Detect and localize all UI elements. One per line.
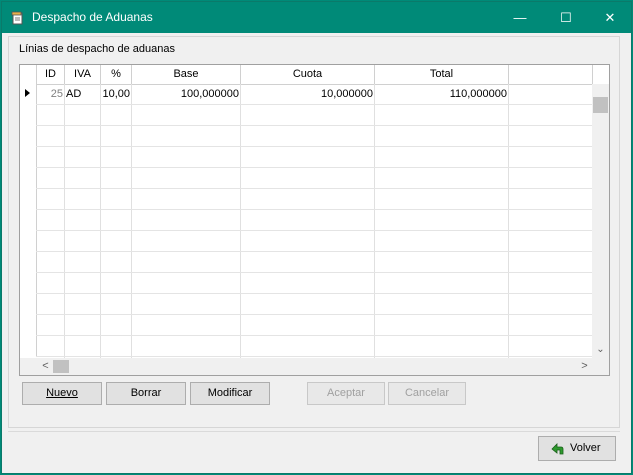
header-percent[interactable]: %	[101, 65, 132, 84]
modificar-label: Modificar	[207, 387, 253, 399]
document-icon	[11, 11, 23, 25]
table-row[interactable]	[36, 252, 594, 273]
horizontal-scroll-thumb[interactable]	[53, 360, 69, 373]
scroll-right-icon[interactable]: >	[576, 358, 593, 375]
cell-percent: 10,00	[102, 88, 130, 100]
modificar-button[interactable]: Modificar	[190, 382, 270, 405]
cell-id: 25	[50, 88, 63, 100]
nuevo-label: Nuevo	[46, 387, 78, 399]
customs-lines-grid[interactable]: ID IVA % Base Cuota Total 25 AD 10,00 10…	[19, 64, 610, 376]
table-row[interactable]	[36, 294, 594, 315]
table-row[interactable]: 25 AD 10,00 100,000000 10,000000 110,000…	[36, 84, 594, 105]
table-row[interactable]	[36, 189, 594, 210]
header-base[interactable]: Base	[132, 65, 241, 84]
back-arrow-icon	[551, 443, 564, 455]
grid-header: ID IVA % Base Cuota Total	[20, 65, 609, 85]
table-row[interactable]	[36, 168, 594, 189]
table-row[interactable]	[36, 231, 594, 252]
table-row[interactable]	[36, 105, 594, 126]
window-title: Despacho de Aduanas	[32, 10, 153, 24]
horizontal-scrollbar[interactable]: < >	[20, 358, 593, 375]
table-row[interactable]	[36, 147, 594, 168]
scrollbar-corner	[592, 358, 609, 375]
cancelar-label: Cancelar	[404, 387, 450, 399]
cell-base: 100,000000	[180, 88, 239, 100]
header-iva[interactable]: IVA	[65, 65, 101, 84]
cancelar-button[interactable]: Cancelar	[388, 382, 466, 405]
close-button[interactable]: ✕	[587, 2, 633, 33]
row-indicator-column	[20, 65, 37, 357]
cell-iva: AD	[66, 88, 82, 100]
grid-body: 25 AD 10,00 100,000000 10,000000 110,000…	[36, 84, 594, 359]
borrar-button[interactable]: Borrar	[106, 382, 186, 405]
scroll-left-icon[interactable]: <	[37, 358, 54, 375]
table-row[interactable]	[36, 336, 594, 357]
divider	[8, 431, 620, 432]
table-row[interactable]	[36, 126, 594, 147]
maximize-button[interactable]: ☐	[543, 2, 589, 33]
vertical-scroll-thumb[interactable]	[593, 97, 608, 113]
table-row[interactable]	[36, 210, 594, 231]
grid-corner-top	[592, 65, 609, 84]
header-total[interactable]: Total	[375, 65, 509, 84]
group-label: Línias de despacho de aduanas	[19, 43, 175, 55]
current-row-arrow-icon	[25, 89, 30, 97]
volver-button[interactable]: Volver	[538, 436, 616, 461]
table-row[interactable]	[36, 315, 594, 336]
scroll-down-icon[interactable]: ⌄	[592, 344, 609, 356]
title-bar: Despacho de Aduanas — ☐ ✕	[2, 2, 631, 33]
volver-label: Volver	[570, 442, 601, 454]
cell-cuota: 10,000000	[321, 88, 373, 100]
vertical-scrollbar[interactable]: ⌄	[592, 84, 609, 358]
aceptar-button[interactable]: Aceptar	[307, 382, 385, 405]
cell-total: 110,000000	[449, 88, 507, 100]
nuevo-button[interactable]: Nuevo	[22, 382, 102, 405]
minimize-button[interactable]: —	[497, 2, 543, 33]
table-row[interactable]	[36, 273, 594, 294]
header-id[interactable]: ID	[37, 65, 65, 84]
header-cuota[interactable]: Cuota	[241, 65, 375, 84]
borrar-label: Borrar	[130, 387, 162, 399]
aceptar-label: Aceptar	[327, 387, 365, 399]
